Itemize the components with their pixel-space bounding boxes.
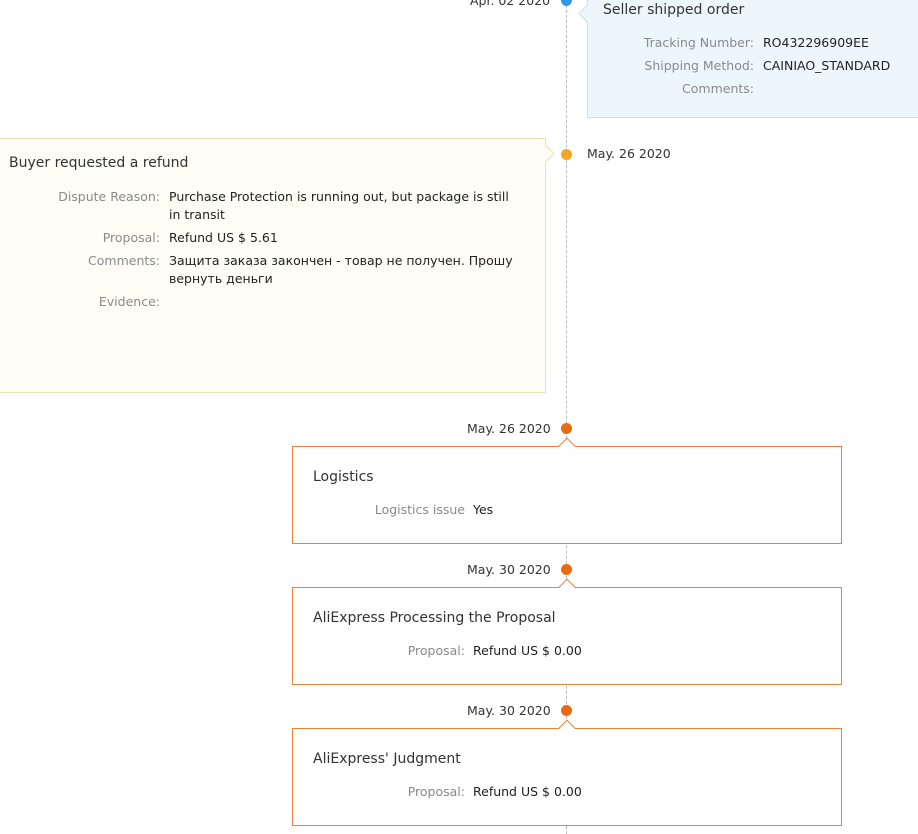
card-title: AliExpress Processing the Proposal bbox=[313, 610, 556, 626]
logistics-issue-value: Yes bbox=[473, 502, 494, 517]
timeline-dot-platform bbox=[561, 564, 572, 575]
card-pointer bbox=[558, 719, 576, 737]
dispute-reason-value: Purchase Protection is running out, but … bbox=[169, 189, 509, 222]
card-title: Logistics bbox=[313, 469, 374, 485]
proposal-label: Proposal: bbox=[407, 643, 465, 658]
logistics-issue-label: Logistics issue bbox=[374, 502, 465, 517]
evidence-label: Evidence: bbox=[98, 294, 160, 309]
comments-label: Comments: bbox=[88, 253, 160, 268]
tracking-number-label: Tracking Number: bbox=[643, 35, 754, 50]
card-title: Buyer requested a refund bbox=[9, 155, 189, 171]
seller-shipped-card: Seller shipped order Tracking Number: RO… bbox=[578, 0, 918, 118]
buyer-refund-card: Buyer requested a refund Dispute Reason:… bbox=[0, 138, 555, 393]
card-pointer bbox=[558, 437, 576, 455]
dispute-reason-label: Dispute Reason: bbox=[58, 189, 160, 204]
tracking-number-value: RO432296909EE bbox=[763, 35, 869, 50]
event-date: May. 30 2020 bbox=[467, 562, 551, 577]
proposal-value: Refund US $ 0.00 bbox=[473, 784, 582, 799]
processing-card: AliExpress Processing the Proposal Propo… bbox=[292, 578, 842, 685]
shipping-method-label: Shipping Method: bbox=[644, 58, 754, 73]
timeline-dot-platform bbox=[561, 705, 572, 716]
event-date: May. 26 2020 bbox=[467, 421, 551, 436]
proposal-value: Refund US $ 0.00 bbox=[473, 643, 582, 658]
proposal-label: Proposal: bbox=[102, 230, 160, 245]
comments-value: Защита заказа закончен - товар не получе… bbox=[169, 253, 513, 286]
event-date: May. 30 2020 bbox=[467, 703, 551, 718]
proposal-value: Refund US $ 5.61 bbox=[169, 230, 278, 245]
judgment-card: AliExpress' Judgment Proposal: Refund US… bbox=[292, 719, 842, 826]
timeline-dot-platform bbox=[561, 423, 572, 434]
card-pointer bbox=[558, 578, 576, 596]
card-pointer bbox=[578, 4, 597, 23]
comments-label: Comments: bbox=[682, 81, 754, 96]
shipping-method-value: CAINIAO_STANDARD bbox=[763, 58, 891, 73]
timeline-dot-seller bbox=[561, 0, 572, 6]
timeline-dot-buyer bbox=[561, 149, 572, 160]
proposal-label: Proposal: bbox=[407, 784, 465, 799]
event-date: May. 26 2020 bbox=[587, 146, 671, 161]
card-title: Seller shipped order bbox=[603, 2, 745, 18]
card-pointer bbox=[536, 144, 555, 163]
event-date: Apr. 02 2020 bbox=[470, 0, 551, 8]
card-title: AliExpress' Judgment bbox=[313, 751, 461, 767]
logistics-card: Logistics Logistics issue Yes bbox=[292, 437, 842, 544]
